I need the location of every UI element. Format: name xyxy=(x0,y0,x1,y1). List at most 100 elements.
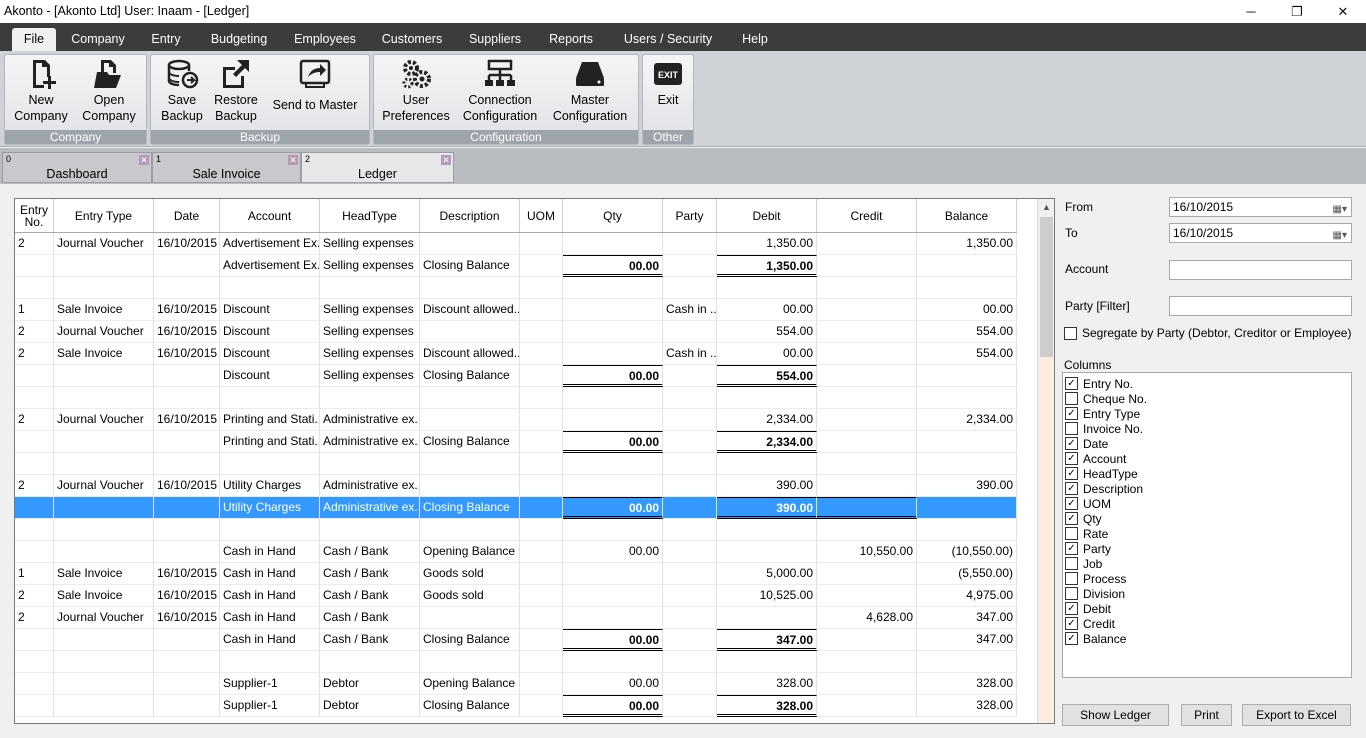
cell-party[interactable] xyxy=(663,277,717,299)
cell-entry-type[interactable] xyxy=(54,277,154,299)
cell-uom[interactable] xyxy=(520,607,563,629)
cell-headtype[interactable]: Selling expenses xyxy=(320,365,420,387)
cell-headtype[interactable]: Selling expenses xyxy=(320,255,420,277)
cell-balance[interactable]: 390.00 xyxy=(917,475,1017,497)
checked-checkbox-icon[interactable]: ✓ xyxy=(1065,467,1078,480)
cell-date[interactable] xyxy=(154,255,220,277)
cell-entry-type[interactable] xyxy=(54,629,154,651)
cell-account[interactable]: Supplier-1 xyxy=(220,673,320,695)
cell-entry-no[interactable] xyxy=(15,387,54,409)
columns-checklist[interactable]: ✓ Entry No. Cheque No. ✓ Entry Type Invoice N… xyxy=(1062,372,1352,678)
cell-uom[interactable] xyxy=(520,431,563,453)
cell-date[interactable]: 16/10/2015 xyxy=(154,299,220,321)
cell-description[interactable] xyxy=(420,233,520,255)
cell-entry-type[interactable]: Journal Voucher xyxy=(54,233,154,255)
table-row[interactable]: Printing and Stati... Administrative ex..… xyxy=(15,431,1017,453)
cell-entry-type[interactable] xyxy=(54,695,154,717)
cell-date[interactable]: 16/10/2015 xyxy=(154,563,220,585)
cell-uom[interactable] xyxy=(520,651,563,673)
cell-qty[interactable]: 00.00 xyxy=(563,431,663,453)
cell-entry-no[interactable]: 1 xyxy=(15,563,54,585)
unchecked-checkbox-icon[interactable] xyxy=(1065,572,1078,585)
cell-party[interactable] xyxy=(663,673,717,695)
cell-party[interactable]: Cash in ... xyxy=(663,299,717,321)
cell-description[interactable]: Closing Balance xyxy=(420,431,520,453)
cell-date[interactable] xyxy=(154,277,220,299)
table-row[interactable]: Cash in Hand Cash / Bank Closing Balance 00… xyxy=(15,629,1017,651)
cell-description[interactable] xyxy=(420,651,520,673)
cell-account[interactable]: Cash in Hand xyxy=(220,629,320,651)
cell-credit[interactable] xyxy=(817,497,917,519)
cell-date[interactable] xyxy=(154,673,220,695)
restore-button[interactable]: ❐ xyxy=(1274,0,1320,23)
segregate-checkbox[interactable] xyxy=(1064,326,1077,340)
cell-party[interactable] xyxy=(663,695,717,717)
cell-date[interactable] xyxy=(154,453,220,475)
cell-headtype[interactable]: Debtor xyxy=(320,673,420,695)
cell-credit[interactable] xyxy=(817,233,917,255)
cell-qty[interactable] xyxy=(563,563,663,585)
cell-date[interactable] xyxy=(154,629,220,651)
cell-entry-type[interactable] xyxy=(54,431,154,453)
cell-balance[interactable]: 2,334.00 xyxy=(917,409,1017,431)
header-party[interactable]: Party xyxy=(663,199,717,232)
cell-debit[interactable] xyxy=(717,541,817,563)
table-row[interactable]: Supplier-1 Debtor Opening Balance 00.00 328.… xyxy=(15,673,1017,695)
cell-headtype[interactable]: Administrative ex... xyxy=(320,475,420,497)
cell-credit[interactable] xyxy=(817,585,917,607)
cell-description[interactable]: Closing Balance xyxy=(420,255,520,277)
cell-balance[interactable] xyxy=(917,365,1017,387)
to-date-picker[interactable]: 16/10/2015 ▦▾ xyxy=(1169,223,1352,243)
cell-party[interactable] xyxy=(663,563,717,585)
master-configuration-button[interactable]: Master Configuration xyxy=(548,58,632,124)
cell-headtype[interactable]: Cash / Bank xyxy=(320,607,420,629)
menu-employees[interactable]: Employees xyxy=(288,28,362,51)
tab-dashboard[interactable]: 0 Dashboard ✕ xyxy=(2,152,152,183)
cell-debit[interactable] xyxy=(717,519,817,541)
cell-debit[interactable]: 1,350.00 xyxy=(717,233,817,255)
cell-qty[interactable]: 00.00 xyxy=(563,629,663,651)
cell-qty[interactable] xyxy=(563,475,663,497)
cell-account[interactable] xyxy=(220,387,320,409)
cell-entry-type[interactable]: Journal Voucher xyxy=(54,607,154,629)
cell-entry-no[interactable]: 1 xyxy=(15,299,54,321)
cell-entry-no[interactable] xyxy=(15,629,54,651)
cell-description[interactable]: Closing Balance xyxy=(420,629,520,651)
column-option[interactable]: Division xyxy=(1065,586,1125,601)
menu-entry[interactable]: Entry xyxy=(144,28,188,51)
checked-checkbox-icon[interactable]: ✓ xyxy=(1065,617,1078,630)
cell-uom[interactable] xyxy=(520,299,563,321)
cell-qty[interactable] xyxy=(563,519,663,541)
cell-party[interactable] xyxy=(663,365,717,387)
column-option[interactable]: ✓ HeadType xyxy=(1065,466,1138,481)
cell-entry-type[interactable] xyxy=(54,519,154,541)
cell-balance[interactable]: 554.00 xyxy=(917,343,1017,365)
cell-uom[interactable] xyxy=(520,255,563,277)
cell-qty[interactable] xyxy=(563,585,663,607)
cell-party[interactable] xyxy=(663,431,717,453)
cell-description[interactable]: Closing Balance xyxy=(420,497,520,519)
cell-entry-type[interactable]: Journal Voucher xyxy=(54,409,154,431)
cell-balance[interactable]: 554.00 xyxy=(917,321,1017,343)
cell-balance[interactable] xyxy=(917,277,1017,299)
cell-uom[interactable] xyxy=(520,277,563,299)
cell-entry-no[interactable] xyxy=(15,453,54,475)
cell-entry-type[interactable]: Sale Invoice xyxy=(54,343,154,365)
header-headtype[interactable]: HeadType xyxy=(320,199,420,232)
cell-date[interactable] xyxy=(154,519,220,541)
cell-party[interactable] xyxy=(663,519,717,541)
cell-description[interactable]: Discount allowed... xyxy=(420,299,520,321)
account-input[interactable] xyxy=(1169,260,1352,280)
cell-qty[interactable]: 00.00 xyxy=(563,365,663,387)
cell-credit[interactable] xyxy=(817,409,917,431)
cell-entry-type[interactable]: Journal Voucher xyxy=(54,475,154,497)
column-option[interactable]: ✓ Qty xyxy=(1065,511,1102,526)
unchecked-checkbox-icon[interactable] xyxy=(1065,392,1078,405)
cell-account[interactable]: Discount xyxy=(220,321,320,343)
checked-checkbox-icon[interactable]: ✓ xyxy=(1065,632,1078,645)
cell-entry-type[interactable]: Sale Invoice xyxy=(54,585,154,607)
cell-entry-no[interactable] xyxy=(15,519,54,541)
cell-date[interactable]: 16/10/2015 xyxy=(154,585,220,607)
cell-debit[interactable]: 328.00 xyxy=(717,673,817,695)
cell-qty[interactable]: 00.00 xyxy=(563,497,663,519)
